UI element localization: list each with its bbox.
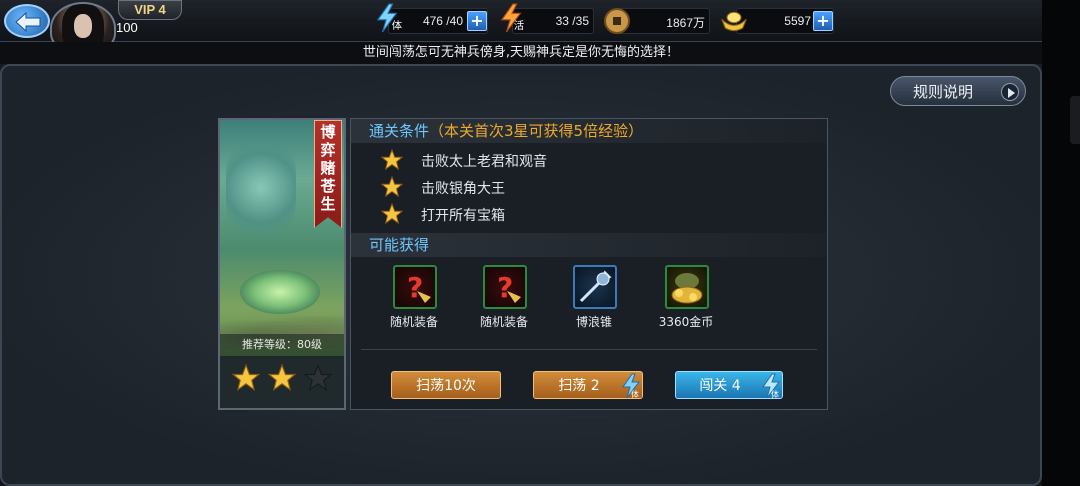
star-icon xyxy=(381,203,403,225)
conditions-bonus: （本关首次3星可获得5倍经验） xyxy=(429,122,644,140)
svg-text:?: ? xyxy=(407,271,423,304)
stamina-bolt-icon: 体 xyxy=(762,373,780,399)
star-filled-icon xyxy=(232,364,260,392)
recommended-level: 推荐等级：80级 xyxy=(220,334,344,356)
rules-button-label: 规则说明 xyxy=(913,83,974,101)
divider xyxy=(361,349,817,350)
ingot-add-button[interactable]: + xyxy=(813,11,833,31)
star-icon xyxy=(381,176,403,198)
chevron-right-icon xyxy=(1001,83,1019,101)
reward-label: 随机装备 xyxy=(479,315,528,329)
avatar-face xyxy=(74,14,92,38)
cost-label: 体 xyxy=(631,389,639,399)
star-filled-icon xyxy=(268,364,296,392)
reward-item[interactable]: 3360金币 xyxy=(651,265,721,331)
reward-item[interactable]: ? 随机装备 xyxy=(469,265,539,331)
condition-text: 击败太上老君和观音 xyxy=(421,154,547,170)
sweep-10-label: 扫荡10次 xyxy=(416,378,476,394)
condition-text: 打开所有宝箱 xyxy=(421,208,505,224)
stamina-value: 476 /40 xyxy=(422,14,463,28)
stage-name-ribbon: 博弈赌苍生 xyxy=(314,120,342,228)
random-equipment-icon: ? xyxy=(393,265,437,309)
challenge-button[interactable]: 闯关 4 体 xyxy=(675,371,783,399)
activity-value: 33 /35 xyxy=(555,14,589,28)
device-bezel xyxy=(1042,0,1080,486)
rules-button[interactable]: 规则说明 xyxy=(890,76,1026,106)
ingot-value: 5597 xyxy=(784,14,811,28)
coin-value: 1867万 xyxy=(666,16,705,30)
drops-header: 可能获得 xyxy=(351,233,827,257)
sweep-label: 扫荡 2 xyxy=(558,378,600,394)
device-notch xyxy=(1070,96,1080,144)
sweep-button[interactable]: 扫荡 2 体 xyxy=(533,371,643,399)
condition-text: 击败银角大王 xyxy=(421,181,505,197)
reward-label: 随机装备 xyxy=(389,315,438,329)
back-button[interactable] xyxy=(4,4,50,38)
reward-label: 博浪锥 xyxy=(575,315,612,329)
conditions-title: 通关条件 xyxy=(369,122,430,140)
coin-resource: 1867万 xyxy=(618,8,710,34)
reward-label: 3360金币 xyxy=(658,315,714,329)
top-bar: VIP 4 100 476 /40 + 体 33 /35 活 1867万 559… xyxy=(0,0,1042,54)
svg-text:?: ? xyxy=(497,271,513,304)
stage-stars xyxy=(220,358,344,408)
stamina-add-button[interactable]: + xyxy=(467,11,487,31)
marquee-text: 世间闯荡怎可无神兵傍身,天赐神兵定是你无悔的选择！ xyxy=(0,42,1042,64)
cost-label: 体 xyxy=(771,389,779,399)
reward-item[interactable]: 博浪锥 xyxy=(559,265,629,331)
ingot-resource: 5597 + xyxy=(736,8,834,34)
player-level: 100 xyxy=(116,20,138,35)
art-pool xyxy=(240,270,320,314)
star-icon xyxy=(381,149,403,171)
reward-item[interactable]: ? 随机装备 xyxy=(379,265,449,331)
stamina-resource: 476 /40 + xyxy=(388,8,488,34)
conditions-header: 通关条件（本关首次3星可获得5倍经验） xyxy=(351,119,827,143)
sweep-10-button[interactable]: 扫荡10次 xyxy=(391,371,501,399)
gold-coins-icon xyxy=(665,265,709,309)
stage-card[interactable]: 博弈赌苍生 推荐等级：80级 xyxy=(218,118,346,410)
activity-bolt-icon: 活 xyxy=(500,3,524,33)
back-arrow-icon xyxy=(15,12,41,32)
challenge-label: 闯关 4 xyxy=(699,378,741,394)
star-empty-icon xyxy=(304,364,332,392)
gold-ingot-icon xyxy=(721,11,747,32)
art-tree xyxy=(226,128,296,248)
bolangzhui-weapon-icon xyxy=(573,265,617,309)
stamina-label: 体 xyxy=(392,20,402,32)
copper-coin-icon xyxy=(604,8,630,34)
stage-name: 博弈赌苍生 xyxy=(320,123,336,213)
stamina-bolt-icon: 体 xyxy=(376,3,402,33)
activity-label: 活 xyxy=(514,20,524,32)
stamina-bolt-icon: 体 xyxy=(622,373,640,399)
stage-info-panel: 通关条件（本关首次3星可获得5倍经验） 击败太上老君和观音 击败银角大王 打开所… xyxy=(350,118,828,410)
random-equipment-icon: ? xyxy=(483,265,527,309)
vip-badge[interactable]: VIP 4 xyxy=(118,0,182,20)
